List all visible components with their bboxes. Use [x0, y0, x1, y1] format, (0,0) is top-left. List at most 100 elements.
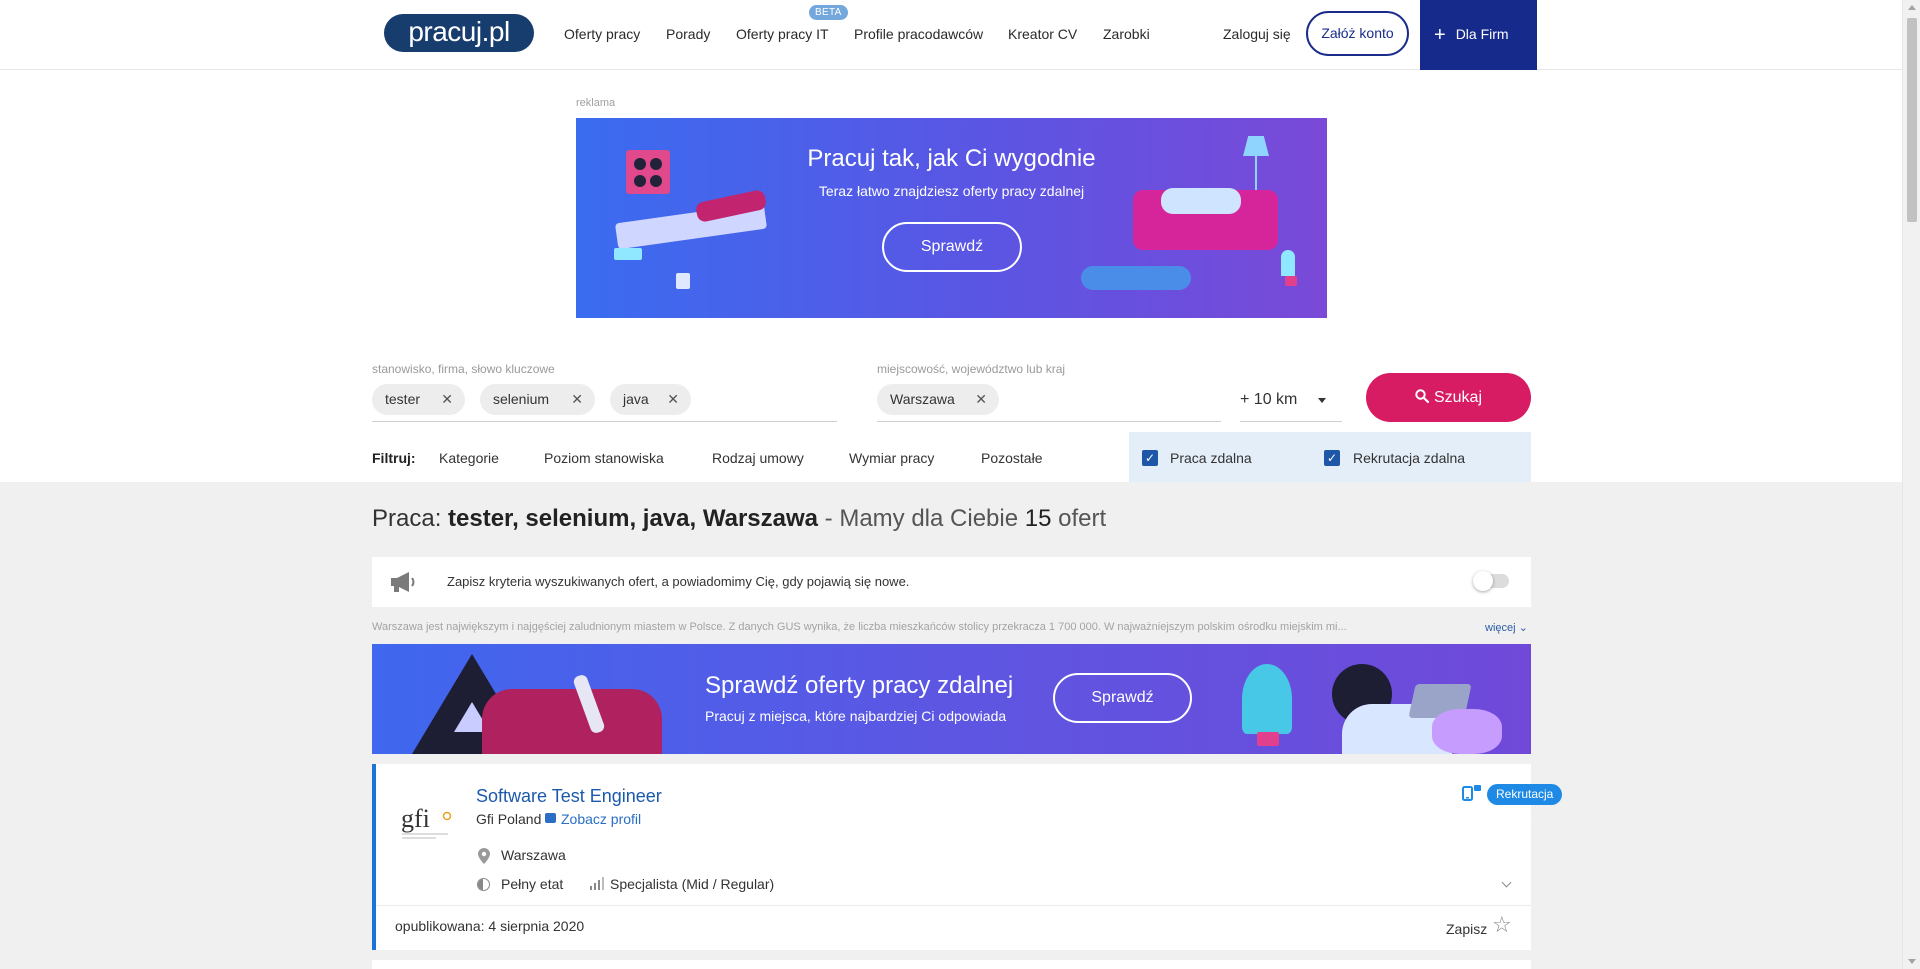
location-pin-icon: [478, 848, 490, 864]
search-icon: [1415, 389, 1430, 404]
nav-porady[interactable]: Porady: [666, 26, 710, 42]
location-chip-label: Warszawa: [890, 391, 955, 407]
location-input[interactable]: [877, 421, 1221, 422]
scrollbar-thumb[interactable]: [1907, 18, 1917, 222]
more-link[interactable]: więcej ⌄: [1485, 621, 1528, 634]
employment-type-icon: [477, 878, 490, 891]
register-button[interactable]: Załóż konto: [1306, 11, 1409, 56]
nav-kreator-cv[interactable]: Kreator CV: [1008, 26, 1077, 42]
chevron-down-icon[interactable]: [1501, 877, 1512, 888]
person-illustration: [482, 689, 662, 754]
results-heading: Praca: tester, selenium, java, Warszawa …: [372, 505, 1106, 533]
ad-banner-button[interactable]: Sprawdź: [882, 222, 1022, 272]
city-description: Warszawa jest największym i najgęściej z…: [372, 621, 1347, 633]
job-offer-card[interactable]: gfi Software Test Engineer Gfi Poland Zo…: [372, 764, 1563, 950]
remote-recruitment-badge: Rekrutacja zdalna: [1487, 784, 1563, 822]
toggle-knob: [1473, 571, 1493, 591]
remote-jobs-banner[interactable]: Sprawdź oferty pracy zdalnej Pracuj z mi…: [372, 644, 1531, 754]
ad-banner[interactable]: Pracuj tak, jak Ci wygodnie Teraz łatwo …: [576, 118, 1327, 318]
keyword-chip[interactable]: java ✕: [610, 384, 691, 415]
page: pracuj.pl Oferty pracy Porady BETA Ofert…: [0, 0, 1902, 969]
plant-illustration: [1285, 276, 1297, 286]
remove-chip-icon[interactable]: ✕: [571, 384, 583, 415]
remote-recruitment-icon: [1462, 785, 1481, 801]
megaphone-icon: [391, 572, 415, 592]
pillow-illustration: [1432, 709, 1502, 754]
dog-illustration: [1081, 266, 1191, 290]
results-prefix: Praca:: [372, 505, 449, 532]
results-query: tester, selenium, java, Warszawa: [448, 505, 818, 532]
praca-zdalna-label[interactable]: Praca zdalna: [1170, 450, 1252, 466]
remote-banner-button[interactable]: Sprawdź: [1053, 673, 1192, 723]
job-location: Warszawa: [501, 847, 566, 863]
keyword-chip-label: selenium: [493, 391, 550, 407]
search-alert-toggle[interactable]: [1473, 571, 1509, 591]
next-job-card[interactable]: [372, 960, 1531, 969]
beta-badge: BETA: [809, 5, 848, 20]
plant-illustration: [1242, 664, 1292, 734]
position-level-icon: [590, 877, 604, 890]
filter-kategorie[interactable]: Kategorie: [439, 450, 499, 466]
radius-underline: [1240, 421, 1342, 422]
pracuj-logo[interactable]: pracuj.pl: [384, 14, 534, 52]
card-divider: [376, 905, 1531, 906]
scroll-up-icon[interactable]: [1908, 5, 1916, 10]
results-count-suffix: ofert: [1051, 505, 1107, 532]
filter-label: Filtruj:: [372, 450, 416, 466]
remote-banner-title: Sprawdź oferty pracy zdalnej: [705, 672, 1014, 699]
remove-chip-icon[interactable]: ✕: [441, 384, 453, 415]
nav-oferty-pracy[interactable]: Oferty pracy: [564, 26, 640, 42]
job-title-link[interactable]: Software Test Engineer: [476, 786, 662, 807]
rekrutacja-zdalna-checkbox[interactable]: ✓: [1324, 450, 1340, 466]
results-count: 15: [1024, 505, 1052, 532]
plant-illustration: [1281, 250, 1295, 276]
laptop-illustration: [614, 248, 642, 260]
keyword-chip[interactable]: selenium ✕: [480, 384, 595, 415]
location-field-label: miejscowość, województwo lub kraj: [877, 362, 1066, 376]
nav-profile-pracodawcow[interactable]: Profile pracodawców: [854, 26, 983, 42]
mug-illustration: [676, 273, 690, 289]
for-firms-button[interactable]: + Dla Firm: [1420, 0, 1537, 70]
filter-rodzaj-umowy[interactable]: Rodzaj umowy: [712, 450, 804, 466]
save-label[interactable]: Zapisz: [1446, 921, 1487, 937]
published-date: opublikowana: 4 sierpnia 2020: [395, 918, 585, 934]
rekrutacja-zdalna-label[interactable]: Rekrutacja zdalna: [1353, 450, 1465, 466]
caret-down-icon: [1318, 398, 1326, 403]
keywords-input[interactable]: [372, 421, 837, 422]
results-separator: -: [818, 505, 840, 532]
search-alert-box: Zapisz kryteria wyszukiwanych ofert, a p…: [372, 557, 1531, 607]
search-alert-text: Zapisz kryteria wyszukiwanych ofert, a p…: [447, 574, 910, 589]
ad-banner-subtitle: Teraz łatwo znajdziesz oferty pracy zdal…: [818, 183, 1085, 199]
nav-oferty-pracy-it[interactable]: Oferty pracy IT: [736, 26, 829, 42]
employment-type: Pełny etat: [501, 876, 564, 892]
search-button-label: Szukaj: [1433, 389, 1483, 406]
filter-poziom-stanowiska[interactable]: Poziom stanowiska: [544, 450, 664, 466]
remove-chip-icon[interactable]: ✕: [975, 384, 987, 415]
keyword-chip[interactable]: tester ✕: [372, 384, 465, 415]
search-button[interactable]: Szukaj: [1366, 373, 1531, 422]
praca-zdalna-checkbox[interactable]: ✓: [1142, 450, 1158, 466]
ad-banner-title: Pracuj tak, jak Ci wygodnie: [807, 145, 1096, 172]
company-logo[interactable]: gfi: [398, 794, 454, 850]
company-logo-text: gfi: [401, 804, 430, 833]
page-scrollbar[interactable]: [1902, 0, 1920, 969]
filter-wymiar-pracy[interactable]: Wymiar pracy: [849, 450, 934, 466]
scroll-down-icon[interactable]: [1908, 959, 1916, 964]
location-chip[interactable]: Warszawa ✕: [877, 384, 999, 415]
company-name: Gfi Poland: [476, 811, 542, 827]
keywords-field-label: stanowisko, firma, słowo kluczowe: [372, 362, 555, 376]
plus-icon: +: [1434, 24, 1446, 46]
company-profile-link[interactable]: Zobacz profil: [561, 811, 641, 827]
top-navigation: pracuj.pl Oferty pracy Porady BETA Ofert…: [0, 0, 1902, 70]
plant-illustration: [1257, 732, 1279, 746]
ad-label: reklama: [576, 97, 616, 109]
nav-zarobki[interactable]: Zarobki: [1103, 26, 1150, 42]
login-link[interactable]: Zaloguj się: [1223, 26, 1291, 42]
star-icon[interactable]: ☆: [1492, 914, 1512, 936]
filter-pozostale[interactable]: Pozostałe: [981, 450, 1042, 466]
position-level: Specjalista (Mid / Regular): [610, 876, 775, 892]
remove-chip-icon[interactable]: ✕: [667, 384, 679, 415]
keyword-chip-label: java: [623, 391, 649, 407]
results-count-prefix: Mamy dla Ciebie: [839, 505, 1025, 532]
radius-select[interactable]: + 10 km: [1240, 391, 1297, 409]
